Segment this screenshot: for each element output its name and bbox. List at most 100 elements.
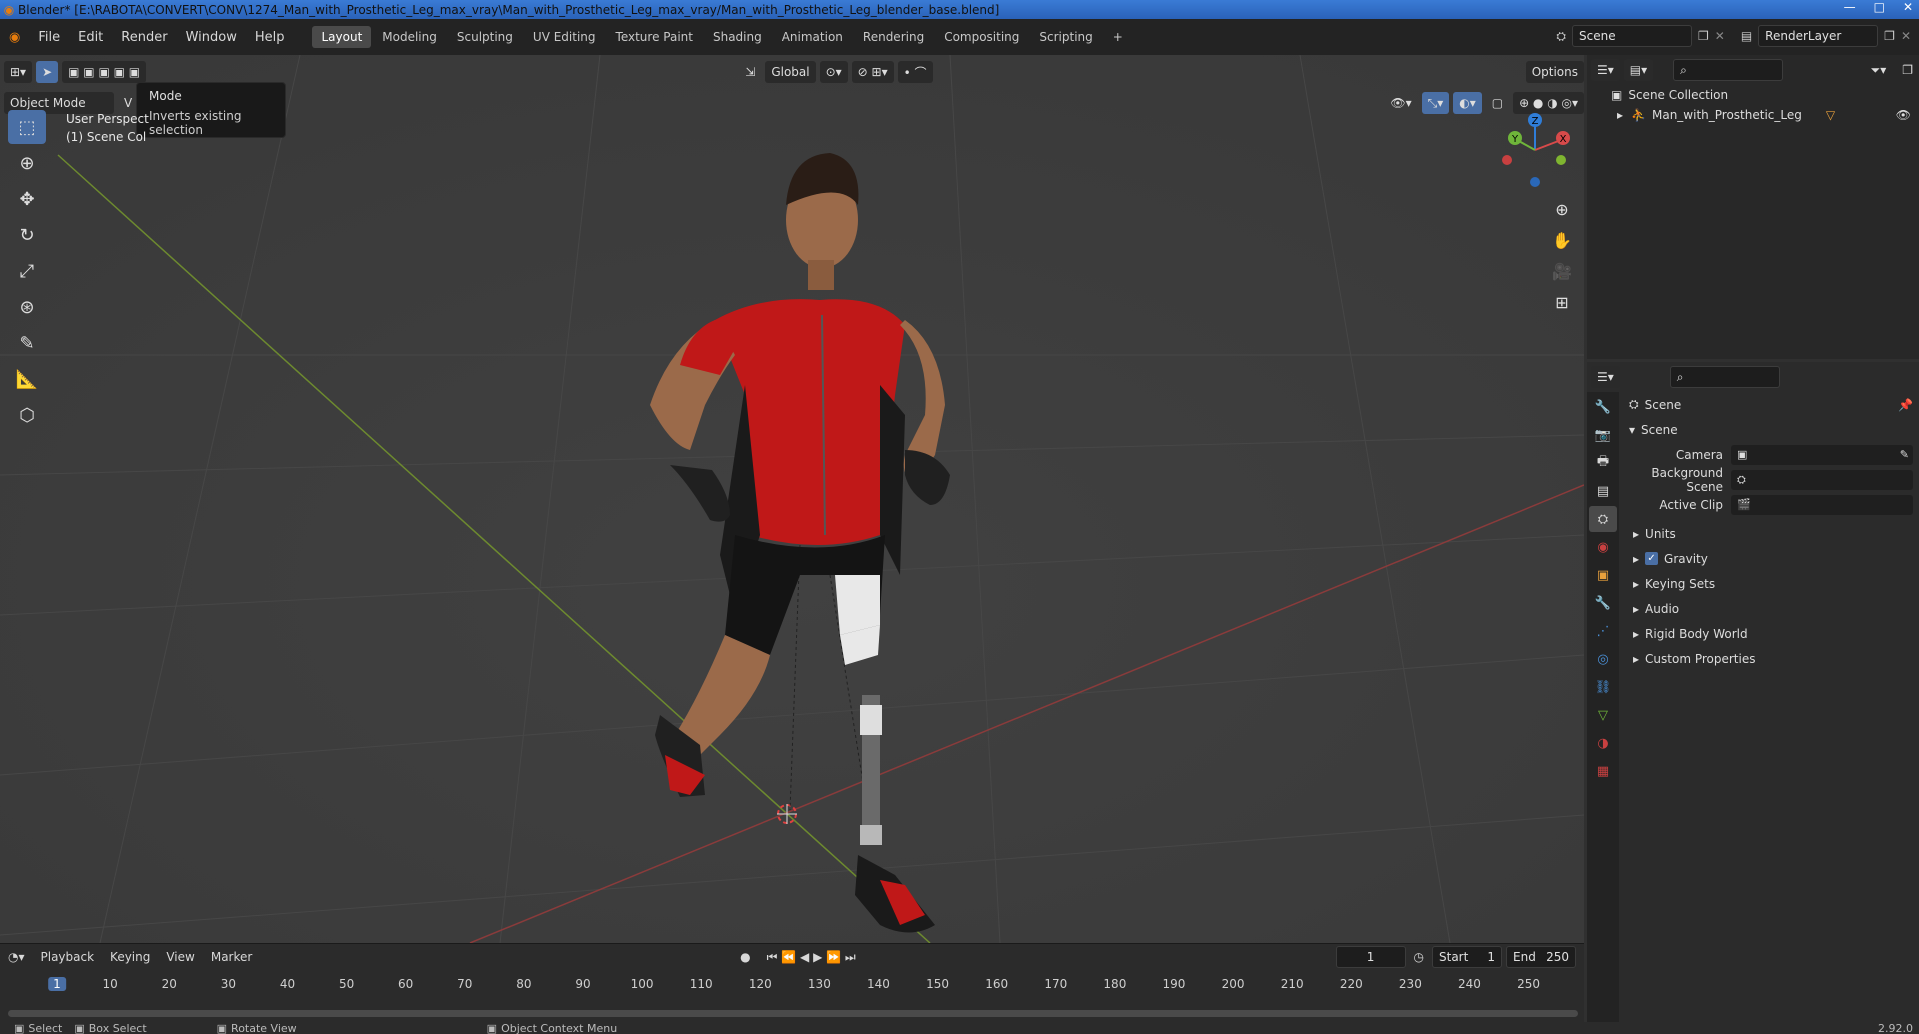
options-dropdown[interactable]: Options <box>1525 61 1584 83</box>
gizmo-toggle-icon[interactable]: ⤡▾ <box>1421 92 1450 114</box>
navigation-gizmo[interactable]: Z X Y <box>1495 110 1575 190</box>
zoom-icon[interactable]: ⊕ <box>1548 195 1576 223</box>
gravity-checkbox[interactable]: ✓ <box>1645 552 1659 565</box>
scene-section-header[interactable]: ▾ Scene <box>1621 417 1919 442</box>
tool-tab-icon[interactable]: 🔧 <box>1589 394 1617 420</box>
menu-window[interactable]: Window <box>177 30 246 45</box>
visibility-eye-icon[interactable]: 👁 <box>1896 108 1911 122</box>
measure-tool-icon[interactable]: 📐 <box>8 362 46 396</box>
background-scene-field[interactable]: ⛭ <box>1731 469 1913 490</box>
timeline-menu-view[interactable]: View <box>158 950 202 964</box>
clock-icon[interactable]: ◷ <box>1406 950 1432 964</box>
menu-help[interactable]: Help <box>246 30 294 45</box>
delete-layer-icon[interactable]: ✕ <box>1901 29 1911 43</box>
ortho-grid-icon[interactable]: ⊞ <box>1548 288 1576 316</box>
maximize-button[interactable]: □ <box>1874 0 1885 14</box>
workspace-tab-animation[interactable]: Animation <box>773 26 852 48</box>
output-tab-icon[interactable]: 🖶 <box>1589 450 1617 476</box>
workspace-tab-rendering[interactable]: Rendering <box>854 26 933 48</box>
scene-selector[interactable]: Scene <box>1572 25 1692 47</box>
camera-view-icon[interactable]: 🎥 <box>1548 257 1576 285</box>
select-box-tool-icon[interactable]: ⬚ <box>8 110 46 144</box>
eyedropper-icon[interactable]: ✎ <box>1900 448 1909 461</box>
menu-render[interactable]: Render <box>112 30 176 45</box>
pivot-point-icon[interactable]: ⊙▾ <box>819 61 848 83</box>
scene-collection-row[interactable]: ▣ Scene Collection <box>1587 85 1919 105</box>
outliner-display-mode-icon[interactable]: ▤▾ <box>1623 59 1654 81</box>
properties-search-input[interactable]: ⌕ <box>1669 366 1780 388</box>
delete-scene-icon[interactable]: ✕ <box>1715 29 1725 43</box>
timeline-editor[interactable]: ◔▾ Playback Keying View Marker ● ⏮ ⏪ ◀ ▶… <box>0 943 1584 1022</box>
panel-keying-sets[interactable]: ▸ Keying Sets <box>1621 571 1919 596</box>
new-collection-icon[interactable]: ❐ <box>1896 59 1919 81</box>
proportional-edit-icon[interactable]: • ⌒ <box>897 61 933 83</box>
expand-arrow-icon[interactable]: ▸ <box>1617 108 1623 122</box>
constraints-tab-icon[interactable]: ⛓ <box>1589 674 1617 700</box>
playback-controls[interactable]: ⏮ ⏪ ◀ ▶ ⏩ ⏭ <box>759 950 864 965</box>
material-tab-icon[interactable]: ◑ <box>1589 730 1617 756</box>
modifier-tab-icon[interactable]: 🔧 <box>1589 590 1617 616</box>
workspace-tab-sculpting[interactable]: Sculpting <box>448 26 522 48</box>
move-tool-icon[interactable]: ✥ <box>8 182 46 216</box>
properties-panel[interactable]: ☰▾ ⌕ 🔧 📷 🖶 ▤ ⛭ ◉ ▣ 🔧 ⋰ ◎ ⛓ ▽ ◑ ▦ ⛭ Scene… <box>1587 362 1919 1022</box>
minimize-button[interactable]: — <box>1844 0 1856 14</box>
record-icon[interactable]: ● <box>732 950 758 964</box>
render-layer-icon[interactable]: ▤ <box>1741 29 1752 43</box>
outliner-panel[interactable]: ☰▾ ▤▾ ⌕ ⏷▾ ❐ ▣ Scene Collection ▸ ⛹ Man_… <box>1587 55 1919 359</box>
editor-type-icon[interactable]: ⊞▾ <box>4 61 33 83</box>
outliner-editor-type-icon[interactable]: ☰▾ <box>1591 59 1620 81</box>
end-frame-field[interactable]: End 250 <box>1506 946 1576 968</box>
panel-gravity[interactable]: ▸ ✓ Gravity <box>1621 546 1919 571</box>
transform-tool-icon[interactable]: ⊛ <box>8 290 46 324</box>
blender-menu-icon[interactable]: ◉ <box>0 30 29 45</box>
physics-tab-icon[interactable]: ◎ <box>1589 646 1617 672</box>
data-tab-icon[interactable]: ▽ <box>1589 702 1617 728</box>
panel-audio[interactable]: ▸ Audio <box>1621 596 1919 621</box>
cursor-tool-icon[interactable]: ⊕ <box>8 146 46 180</box>
pan-hand-icon[interactable]: ✋ <box>1548 226 1576 254</box>
timeline-menu-keying[interactable]: Keying <box>102 950 158 964</box>
active-clip-field[interactable]: 🎬 <box>1731 494 1913 515</box>
scale-tool-icon[interactable]: ⤢ <box>8 254 46 288</box>
filter-icon[interactable]: ⏷▾ <box>1865 59 1893 81</box>
overlay-toggle-icon[interactable]: ◐▾ <box>1453 92 1482 114</box>
close-button[interactable]: ✕ <box>1903 0 1913 14</box>
render-layer-selector[interactable]: RenderLayer <box>1758 25 1879 47</box>
select-mode-tweak[interactable]: ➤ <box>36 61 59 83</box>
texture-tab-icon[interactable]: ▦ <box>1589 758 1617 784</box>
panel-units[interactable]: ▸ Units <box>1621 521 1919 546</box>
view-layer-tab-icon[interactable]: ▤ <box>1589 478 1617 504</box>
render-tab-icon[interactable]: 📷 <box>1589 422 1617 448</box>
panel-custom-properties[interactable]: ▸ Custom Properties <box>1621 646 1919 671</box>
workspace-tab-texture-paint[interactable]: Texture Paint <box>607 26 702 48</box>
pin-icon[interactable]: 📌 <box>1898 398 1913 412</box>
timeline-menu-playback[interactable]: Playback <box>33 950 103 964</box>
add-cube-tool-icon[interactable]: ⬡ <box>8 398 46 432</box>
transform-orientation-dropdown[interactable]: Global <box>765 61 816 83</box>
outliner-object-row[interactable]: ▸ ⛹ Man_with_Prosthetic_Leg ▽ 👁 <box>1587 105 1919 125</box>
timeline-menu-marker[interactable]: Marker <box>203 950 260 964</box>
new-layer-icon[interactable]: ❐ <box>1884 29 1895 43</box>
workspace-tab-shading[interactable]: Shading <box>704 26 771 48</box>
menu-edit[interactable]: Edit <box>69 30 112 45</box>
menu-file[interactable]: File <box>29 30 69 45</box>
timeline-scrollbar[interactable] <box>8 1010 1578 1017</box>
object-tab-icon[interactable]: ▣ <box>1589 562 1617 588</box>
add-workspace-button[interactable]: + <box>1104 26 1132 48</box>
3d-viewport[interactable]: ⊞▾ ➤ ▣ ▣ ▣ ▣ ▣ ⇲ Global ⊙▾ ⊘ ⊞▾ • ⌒ Opti… <box>0 55 1584 943</box>
scene-tab-icon[interactable]: ⛭ <box>1589 506 1617 532</box>
new-scene-icon[interactable]: ❐ <box>1698 29 1709 43</box>
rotate-tool-icon[interactable]: ↻ <box>8 218 46 252</box>
outliner-search-input[interactable]: ⌕ <box>1673 59 1784 81</box>
panel-rigid-body-world[interactable]: ▸ Rigid Body World <box>1621 621 1919 646</box>
snap-icon[interactable]: ⊘ ⊞▾ <box>851 61 894 83</box>
particles-tab-icon[interactable]: ⋰ <box>1589 618 1617 644</box>
visibility-icon[interactable]: 👁▾ <box>1384 92 1417 114</box>
timeline-editor-type-icon[interactable]: ◔▾ <box>0 950 33 964</box>
workspace-tab-scripting[interactable]: Scripting <box>1030 26 1101 48</box>
start-frame-field[interactable]: Start 1 <box>1432 946 1502 968</box>
camera-field[interactable]: ▣ ✎ <box>1731 444 1913 465</box>
workspace-tab-compositing[interactable]: Compositing <box>935 26 1028 48</box>
timeline-ruler[interactable]: 1 10 20 30 40 50 60 70 80 90 100 110 120 130 140 150 160… <box>0 975 1584 997</box>
select-mode-buttons[interactable]: ▣ ▣ ▣ ▣ ▣ <box>62 61 147 83</box>
